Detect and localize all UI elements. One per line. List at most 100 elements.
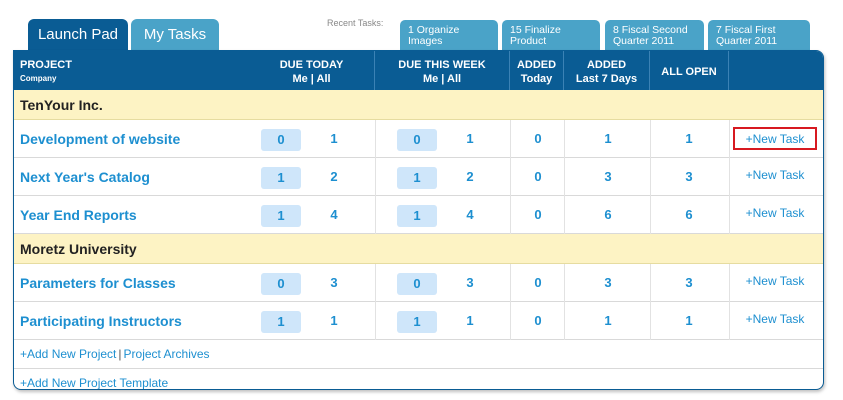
launch-pad-panel: PROJECT Company DUE TODAY Me | All DUE T… — [13, 50, 824, 390]
due-week-me-count[interactable]: 1 — [397, 205, 437, 227]
project-row: Parameters for Classes 0 3 0 3 0 3 3 +Ne… — [14, 264, 823, 302]
recent-task-tab-4[interactable]: 7 Fiscal First Quarter 2011 — [708, 20, 810, 50]
due-week-me-count[interactable]: 0 — [397, 273, 437, 295]
column-divider — [729, 158, 730, 196]
project-row: Year End Reports 1 4 1 4 0 6 6 +New Task — [14, 196, 823, 234]
due-week-all-count[interactable]: 1 — [455, 302, 485, 340]
due-today-all-count[interactable]: 1 — [319, 120, 349, 158]
project-link[interactable]: Development of website — [20, 120, 180, 158]
all-open-count[interactable]: 1 — [674, 302, 704, 340]
column-divider — [564, 302, 565, 340]
header-project: PROJECT Company — [14, 51, 249, 90]
all-open-count[interactable]: 3 — [674, 264, 704, 302]
new-task-button[interactable]: +New Task — [733, 203, 817, 226]
column-divider — [564, 158, 565, 196]
header-added-7-days: ADDED Last 7 Days — [564, 51, 650, 90]
added-7-days-count[interactable]: 6 — [593, 196, 623, 234]
project-link[interactable]: Parameters for Classes — [20, 264, 176, 302]
due-today-me-count[interactable]: 1 — [261, 167, 301, 189]
all-open-count[interactable]: 3 — [674, 158, 704, 196]
column-divider — [650, 264, 651, 302]
column-divider — [375, 302, 376, 340]
header-added-today-sub: Today — [520, 73, 553, 85]
header-added-7-sub: Last 7 Days — [575, 73, 638, 85]
column-divider — [510, 120, 511, 158]
column-divider — [564, 120, 565, 158]
added-today-count[interactable]: 0 — [523, 120, 553, 158]
due-week-all-count[interactable]: 1 — [455, 120, 485, 158]
column-divider — [729, 120, 730, 158]
added-7-days-count[interactable]: 1 — [593, 302, 623, 340]
header-company-label: Company — [20, 74, 57, 83]
recent-task-line2: Quarter 2011 — [716, 35, 778, 47]
due-today-me-count[interactable]: 0 — [261, 273, 301, 295]
recent-task-tab-2[interactable]: 15 Finalize Product — [502, 20, 600, 50]
added-today-count[interactable]: 0 — [523, 196, 553, 234]
column-divider — [729, 196, 730, 234]
project-row: Participating Instructors 1 1 1 1 0 1 1 … — [14, 302, 823, 340]
added-7-days-count[interactable]: 3 — [593, 264, 623, 302]
new-task-button[interactable]: +New Task — [733, 309, 817, 332]
due-week-all-count[interactable]: 2 — [455, 158, 485, 196]
added-today-count[interactable]: 0 — [523, 264, 553, 302]
due-today-all-count[interactable]: 3 — [319, 264, 349, 302]
new-task-button[interactable]: +New Task — [733, 127, 817, 150]
project-archives-link[interactable]: Project Archives — [124, 347, 210, 361]
all-open-count[interactable]: 1 — [674, 120, 704, 158]
tab-my-tasks[interactable]: My Tasks — [131, 19, 219, 50]
company-row: TenYour Inc. — [14, 90, 823, 120]
header-due-week-sub: Me | All — [422, 73, 462, 85]
project-links-row: +Add New Project | Project Archives — [14, 340, 823, 369]
all-open-count[interactable]: 6 — [674, 196, 704, 234]
due-week-me-count[interactable]: 0 — [397, 129, 437, 151]
due-today-me-count[interactable]: 1 — [261, 311, 301, 333]
header-project-label: PROJECT — [20, 59, 72, 71]
due-week-all-count[interactable]: 4 — [455, 196, 485, 234]
column-divider — [510, 196, 511, 234]
add-project-link[interactable]: +Add New Project — [20, 347, 116, 361]
recent-task-line2: Product — [510, 35, 547, 47]
link-separator: | — [118, 347, 122, 361]
due-today-all-count[interactable]: 1 — [319, 302, 349, 340]
project-link[interactable]: Year End Reports — [20, 196, 137, 234]
new-task-button[interactable]: +New Task — [733, 165, 817, 188]
added-today-count[interactable]: 0 — [523, 302, 553, 340]
column-divider — [729, 302, 730, 340]
add-project-template-link[interactable]: +Add New Project Template — [20, 376, 168, 389]
recent-task-tab-3[interactable]: 8 Fiscal Second Quarter 2011 — [605, 20, 704, 50]
template-links-row: +Add New Project Template — [14, 369, 823, 389]
column-divider — [510, 158, 511, 196]
tab-launch-pad[interactable]: Launch Pad — [28, 19, 128, 50]
due-today-all-count[interactable]: 4 — [319, 196, 349, 234]
column-divider — [650, 120, 651, 158]
due-week-me-count[interactable]: 1 — [397, 311, 437, 333]
column-divider — [375, 158, 376, 196]
due-today-me-count[interactable]: 1 — [261, 205, 301, 227]
project-row: Development of website 0 1 0 1 0 1 1 +Ne… — [14, 120, 823, 158]
recent-tasks-label: Recent Tasks: — [327, 18, 384, 28]
new-task-button[interactable]: +New Task — [733, 271, 817, 294]
header-due-today: DUE TODAY Me | All — [249, 51, 375, 90]
added-today-count[interactable]: 0 — [523, 158, 553, 196]
column-divider — [650, 302, 651, 340]
project-link[interactable]: Participating Instructors — [20, 302, 182, 340]
header-all-open-label: ALL OPEN — [661, 66, 717, 78]
recent-task-tab-1[interactable]: 1 Organize Images — [400, 20, 498, 50]
header-added-7-label: ADDED — [586, 59, 627, 71]
table-header: PROJECT Company DUE TODAY Me | All DUE T… — [14, 51, 823, 90]
header-due-week: DUE THIS WEEK Me | All — [375, 51, 510, 90]
due-week-all-count[interactable]: 3 — [455, 264, 485, 302]
recent-task-line2: Quarter 2011 — [613, 35, 675, 47]
due-today-me-count[interactable]: 0 — [261, 129, 301, 151]
company-row: Moretz University — [14, 234, 823, 264]
header-all-open: ALL OPEN — [650, 51, 729, 90]
added-7-days-count[interactable]: 1 — [593, 120, 623, 158]
column-divider — [729, 264, 730, 302]
added-7-days-count[interactable]: 3 — [593, 158, 623, 196]
column-divider — [375, 120, 376, 158]
header-due-week-label: DUE THIS WEEK — [398, 59, 486, 71]
project-link[interactable]: Next Year's Catalog — [20, 158, 150, 196]
header-added-today: ADDED Today — [510, 51, 564, 90]
due-today-all-count[interactable]: 2 — [319, 158, 349, 196]
due-week-me-count[interactable]: 1 — [397, 167, 437, 189]
